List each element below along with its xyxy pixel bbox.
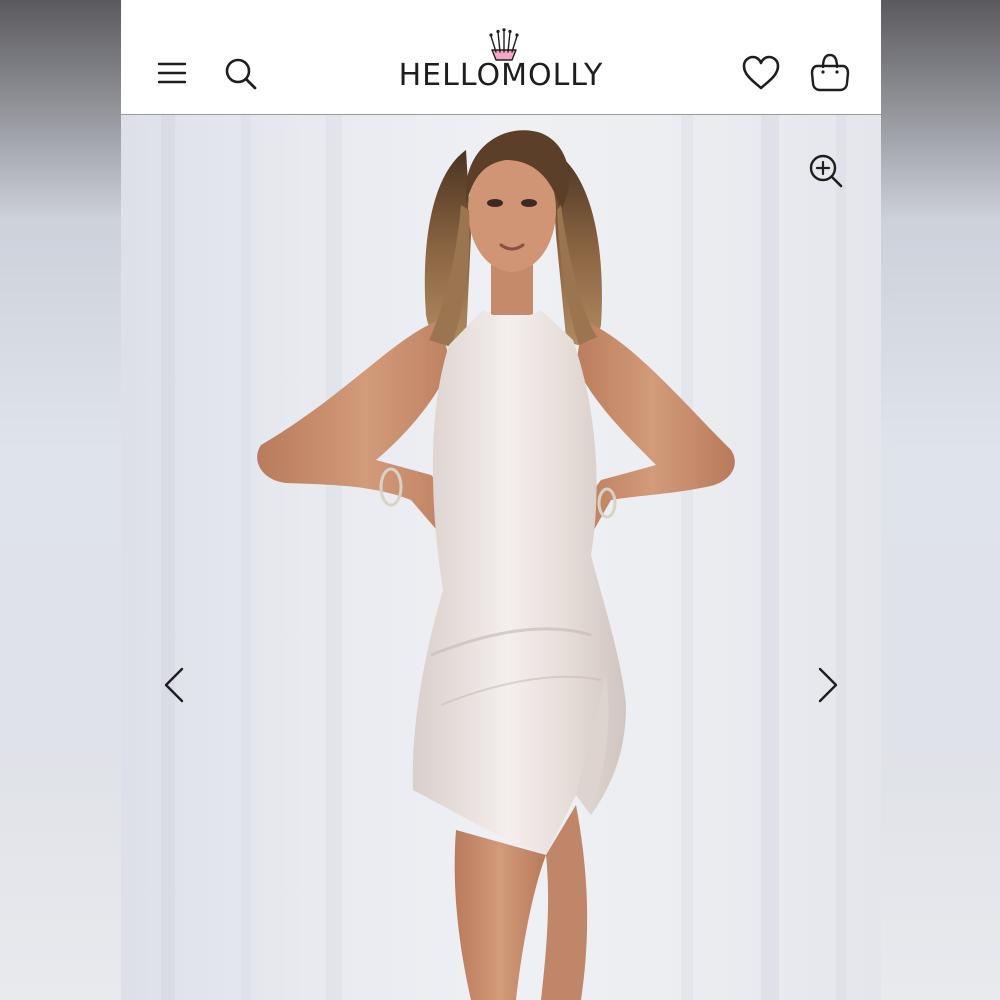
search-button[interactable] [219, 52, 263, 96]
shopping-bag-icon [810, 53, 850, 92]
previous-image-button[interactable] [157, 663, 191, 707]
next-image-button[interactable] [811, 663, 845, 707]
left-backdrop [0, 0, 121, 1000]
heart-icon [742, 55, 780, 90]
wishlist-button[interactable] [737, 50, 785, 96]
zoom-in-icon [809, 154, 843, 188]
zoom-button[interactable] [805, 150, 847, 192]
app-frame: HELLOMOLLY [121, 0, 881, 1000]
brand-name: HELLOMOLLY [398, 58, 604, 93]
product-photo [161, 115, 846, 1000]
search-icon [225, 58, 257, 90]
shopping-bag-button[interactable] [807, 48, 853, 96]
chevron-right-icon [818, 667, 838, 703]
product-image-gallery[interactable] [121, 115, 881, 1000]
menu-button[interactable] [151, 52, 193, 94]
brand-logo[interactable]: HELLOMOLLY [351, 28, 651, 98]
right-backdrop [881, 0, 1000, 1000]
hamburger-menu-icon [157, 62, 187, 84]
site-header: HELLOMOLLY [121, 0, 881, 115]
chevron-left-icon [164, 667, 184, 703]
